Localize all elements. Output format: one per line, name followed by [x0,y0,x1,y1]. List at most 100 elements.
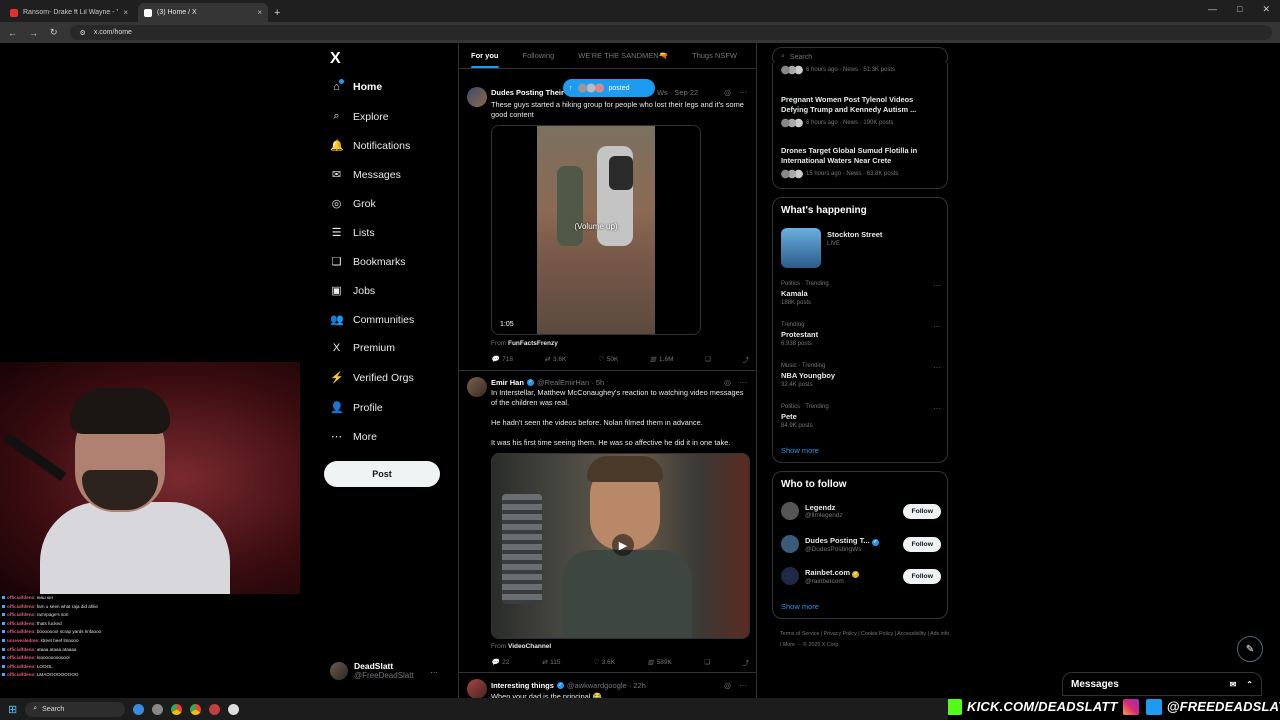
repost-button[interactable]: ⇄ 3.6K [545,354,567,364]
new-message-icon[interactable]: ✉ [1230,680,1237,689]
nav-jobs[interactable]: ▣ Jobs [330,284,375,298]
post-button[interactable]: Post [324,461,440,487]
follow-button[interactable]: Follow [903,503,941,519]
more-icon[interactable]: ··· [933,363,941,372]
more-icon[interactable]: ··· [739,378,747,387]
nav-bookmarks[interactable]: ❑ Bookmarks [330,255,406,269]
app-icon[interactable] [228,703,240,715]
source-link[interactable]: FunFactsFrenzy [508,340,558,347]
address-bar[interactable]: ⚙ x.com/home [69,25,1272,40]
close-icon[interactable]: × [123,8,128,17]
more-icon[interactable]: ··· [739,88,747,97]
tab-sandmen[interactable]: WE'RE THE SANDMEN🔫 [566,51,680,60]
post[interactable]: Dudes Posting Their Ws · Sep 22 ◎ ··· The… [459,81,756,371]
like-button[interactable]: ♡ 50K [598,354,618,364]
like-button[interactable]: ♡ 3.6K [593,657,615,667]
app-icon[interactable] [209,703,221,715]
show-more-link[interactable]: Show more [781,446,819,455]
avatar[interactable] [467,679,487,699]
settings-icon[interactable] [152,703,164,715]
chrome-icon[interactable] [190,703,202,715]
grok-icon[interactable]: ◎ [724,681,731,690]
bookmark-button[interactable]: ❑ [704,657,710,667]
video-player[interactable]: ▶ [491,453,750,639]
nav-verified-orgs[interactable]: ⚡ Verified Orgs [330,371,414,385]
tab-thugs[interactable]: Thugs NSFW [680,51,749,60]
close-window-button[interactable]: ✕ [1262,4,1270,15]
browser-tab-x-home[interactable]: (3) Home / X × [138,3,268,22]
avatar[interactable] [781,567,799,585]
more-icon[interactable]: ··· [739,681,747,690]
author-name[interactable]: Emir Han [491,378,524,387]
follow-button[interactable]: Follow [903,568,941,584]
news-item[interactable]: Drones Target Global Sumud Flotilla in I… [781,146,941,179]
close-icon[interactable]: × [257,8,262,17]
more-icon[interactable]: ··· [933,322,941,331]
post[interactable]: Interesting things ✓ @awkwardgoogle · 22… [459,673,756,700]
x-logo-icon[interactable]: X [330,50,341,68]
nav-communities[interactable]: 👥 Communities [330,313,414,327]
more-icon[interactable]: ··· [933,404,941,413]
reply-button[interactable]: 💬 718 [491,354,513,364]
follow-button[interactable]: Follow [903,536,941,552]
expand-icon[interactable]: ⌃ [1246,680,1253,689]
new-tab-button[interactable]: + [268,7,286,22]
app-icon[interactable] [133,703,145,715]
tab-following[interactable]: Following [511,51,567,60]
account-more-icon[interactable]: ··· [430,668,438,677]
maximize-button[interactable]: □ [1237,4,1242,15]
new-posts-pill[interactable]: ↑ posted [563,79,655,97]
video-player[interactable]: (Volume up) 1:05 [491,125,701,335]
follow-suggestion[interactable]: Rainbet.com ✓ @rainbetcom Follow [781,567,941,585]
grok-compose-button[interactable]: ✎ [1237,636,1263,662]
nav-explore[interactable]: ⌕ Explore [330,110,388,123]
account-switcher[interactable]: DeadSlatt @FreeDeadSlatt [330,661,414,680]
show-more-link[interactable]: Show more [781,602,819,611]
source-link[interactable]: VideoChannel [508,643,551,650]
trend-item[interactable]: Politics · Trending Kamala 188K posts ··… [781,281,941,306]
reload-icon[interactable]: ↻ [50,27,58,38]
grok-icon[interactable]: ◎ [724,378,731,387]
grok-icon[interactable]: ◎ [724,88,731,97]
tab-for-you[interactable]: For you [459,51,511,68]
nav-home[interactable]: ⌂ Home [330,79,382,93]
views-button[interactable]: ▥ 1.6M [650,354,674,364]
post[interactable]: Emir Han ✓ @RealEmirHan · 5h ◎ ··· In Int… [459,371,756,673]
author-name[interactable]: Interesting things [491,681,554,690]
browser-tab-youtube[interactable]: Ransom- Drake ft Lil Wayne - Y × [4,3,134,22]
nav-premium[interactable]: X Premium [330,342,395,354]
trend-item[interactable]: Politics · Trending Pete 84.9K posts ··· [781,404,941,429]
taskbar-search[interactable]: ⌕ Search [25,701,126,717]
nav-more[interactable]: ⋯ More [330,430,377,444]
trend-item[interactable]: Music · Trending NBA Youngboy 32.4K post… [781,363,941,388]
share-button[interactable]: ⤴ [742,657,749,667]
nav-messages[interactable]: ✉ Messages [330,168,401,182]
author-name[interactable]: Dudes Posting Their [491,88,564,97]
reply-button[interactable]: 💬 22 [491,657,509,667]
back-icon[interactable]: ← [8,28,17,38]
news-item[interactable]: 6 hours ago · News · 51.3K posts [781,65,941,75]
trend-item[interactable]: Trending Protestant 6,938 posts ··· [781,322,941,347]
avatar[interactable] [467,377,487,397]
live-event[interactable]: Stockton Street LIVE [827,230,882,247]
windows-start-icon[interactable]: ⊞ [8,703,17,716]
nav-notifications[interactable]: 🔔 Notifications [330,139,410,153]
repost-button[interactable]: ⇄ 115 [542,657,561,667]
news-item[interactable]: Pregnant Women Post Tylenol Videos Defyi… [781,95,941,128]
forward-icon[interactable]: → [29,28,38,38]
avatar[interactable] [467,87,487,107]
minimize-button[interactable]: — [1208,4,1217,15]
play-icon[interactable]: ▶ [612,534,634,556]
share-button[interactable]: ⤴ [742,354,749,364]
more-icon[interactable]: ··· [933,281,941,290]
site-info-icon[interactable]: ⚙ [80,29,86,37]
bookmark-button[interactable]: ❑ [705,354,711,364]
views-button[interactable]: ▥ 589K [648,657,672,667]
follow-suggestion[interactable]: Legendz @llmlegendz Follow [781,502,941,520]
nav-lists[interactable]: ☰ Lists [330,226,375,240]
nav-profile[interactable]: 👤 Profile [330,401,383,415]
avatar[interactable] [781,535,799,553]
footer-links[interactable]: Terms of Service | Privacy Policy | Cook… [780,629,950,651]
follow-suggestion[interactable]: Dudes Posting T... ✓ @DudesPostingWs Foll… [781,535,941,553]
chrome-icon[interactable] [171,703,183,715]
